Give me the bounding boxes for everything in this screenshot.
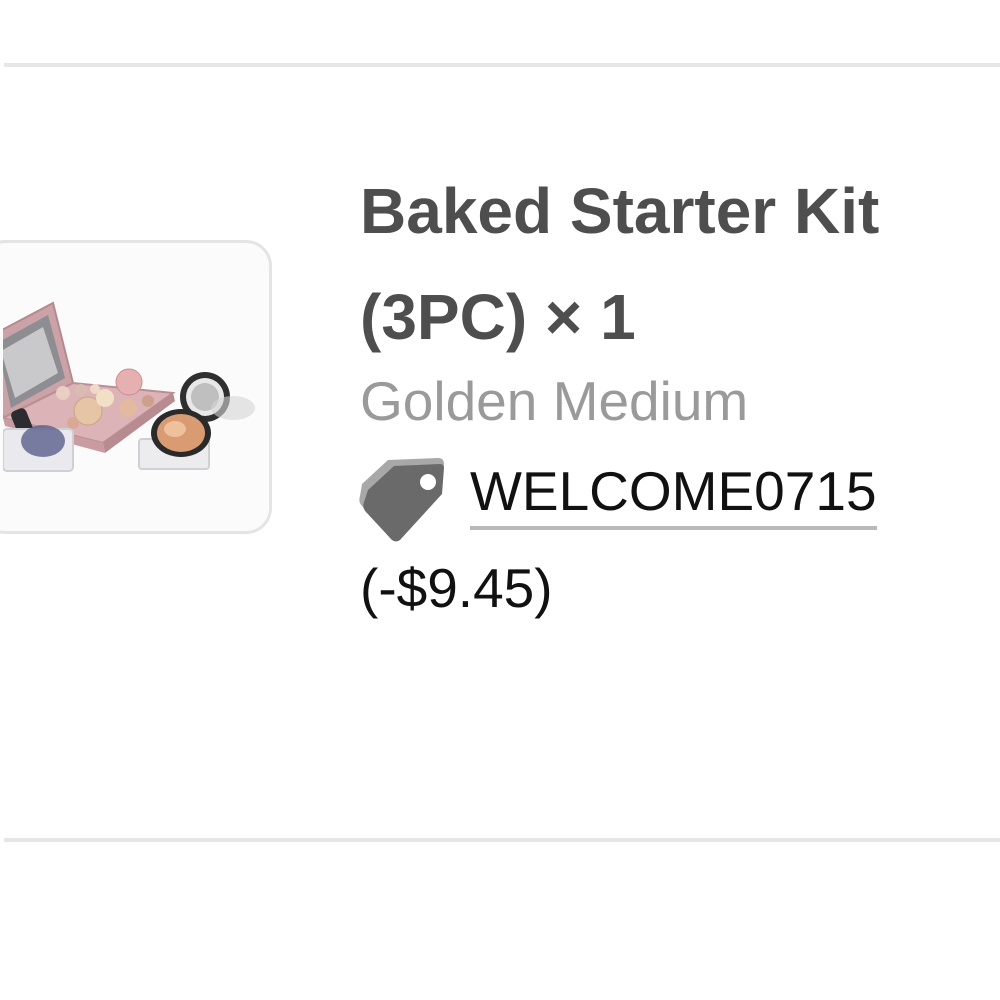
product-thumbnail[interactable] (0, 240, 272, 534)
product-title: Baked Starter Kit (3PC) × 1 (360, 158, 1000, 370)
product-title-line2: (3PC) × 1 (360, 281, 636, 353)
makeup-kit-image (3, 301, 255, 472)
promo-code-link[interactable]: WELCOME0715 (470, 456, 877, 530)
order-item-page: Baked Starter Kit (3PC) × 1 Golden Medium… (0, 0, 1000, 1000)
product-title-line1: Baked Starter Kit (360, 175, 880, 247)
top-divider (4, 63, 1000, 67)
bottom-divider (4, 838, 1000, 842)
variant-label: Golden Medium (360, 370, 749, 432)
discount-amount: (-$9.45) (360, 557, 553, 619)
price-tag-icon (359, 458, 444, 542)
